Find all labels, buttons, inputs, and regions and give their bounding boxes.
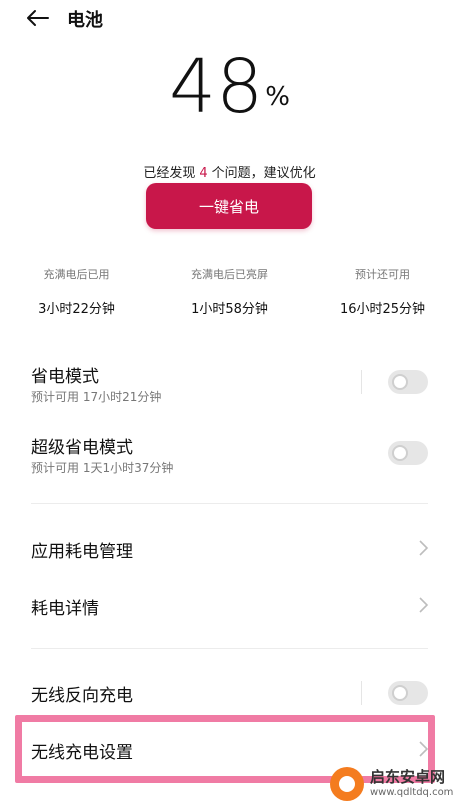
power-saving-mode-estimate: 预计可用 17小时21分钟 (31, 390, 162, 404)
stat-value: 3小时22分钟 (38, 302, 115, 317)
stat-label: 预计还可用 (355, 268, 410, 281)
watermark: 启东安卓网 www.qdltdq.com (330, 765, 455, 805)
back-arrow-icon[interactable] (24, 8, 52, 28)
stat-label: 充满电后已用 (43, 268, 110, 281)
super-power-saving-toggle[interactable] (388, 441, 428, 465)
stat-screen-on-since-full: 充满电后已亮屏 1小时58分钟 (153, 266, 306, 317)
super-power-saving-row[interactable]: 超级省电模式 预计可用 1天1小时37分钟 (0, 431, 459, 481)
chevron-right-icon (419, 540, 429, 556)
issue-prefix: 已经发现 (143, 166, 196, 181)
super-power-saving-estimate: 预计可用 1天1小时37分钟 (31, 461, 174, 475)
issue-count: 4 (199, 166, 208, 181)
section-divider (31, 503, 428, 504)
reverse-wireless-charging-row[interactable]: 无线反向充电 (0, 672, 459, 712)
one-click-optimize-button[interactable]: 一键省电 (146, 183, 312, 229)
page-title: 电池 (67, 10, 103, 31)
power-saving-mode-toggle[interactable] (388, 370, 428, 394)
reverse-wireless-charging-toggle[interactable] (388, 681, 428, 705)
power-saving-mode-label: 省电模式 (31, 367, 99, 387)
header-bar: 电池 (0, 0, 459, 40)
stat-label: 充满电后已亮屏 (191, 268, 268, 281)
stat-value: 1小时58分钟 (191, 302, 268, 317)
power-saving-mode-row[interactable]: 省电模式 预计可用 17小时21分钟 (0, 360, 459, 410)
stat-value: 16小时25分钟 (339, 302, 426, 317)
issue-summary: 已经发现 4 个问题，建议优化 (0, 162, 459, 181)
battery-percent-display: 48% (0, 44, 459, 130)
stat-remaining: 预计还可用 16小时25分钟 (306, 266, 459, 317)
reverse-wireless-charging-label: 无线反向充电 (31, 686, 133, 706)
app-power-management-label: 应用耗电管理 (31, 542, 133, 562)
wireless-charging-settings-row[interactable]: 无线充电设置 (0, 729, 459, 769)
super-power-saving-label: 超级省电模式 (31, 438, 133, 458)
watermark-logo-icon (330, 767, 364, 801)
battery-percent-unit: % (265, 82, 290, 112)
vertical-divider (361, 370, 362, 394)
toggle-knob (392, 374, 408, 390)
stat-used-since-full: 充满电后已用 3小时22分钟 (0, 266, 153, 317)
battery-stats: 充满电后已用 3小时22分钟 充满电后已亮屏 1小时58分钟 预计还可用 16小… (0, 266, 459, 317)
power-details-label: 耗电详情 (31, 599, 99, 619)
power-details-row[interactable]: 耗电详情 (0, 585, 459, 625)
watermark-name: 启东安卓网 (370, 768, 446, 786)
wireless-charging-settings-label: 无线充电设置 (31, 743, 133, 763)
issue-suffix: 个问题，建议优化 (211, 166, 316, 181)
chevron-right-icon (419, 597, 429, 613)
toggle-knob (392, 445, 408, 461)
watermark-url: www.qdltdq.com (370, 787, 454, 798)
app-power-management-row[interactable]: 应用耗电管理 (0, 528, 459, 568)
vertical-divider (361, 681, 362, 705)
toggle-knob (392, 685, 408, 701)
section-divider (31, 648, 428, 649)
chevron-right-icon (419, 741, 429, 757)
battery-percent-value: 48 (169, 44, 264, 130)
